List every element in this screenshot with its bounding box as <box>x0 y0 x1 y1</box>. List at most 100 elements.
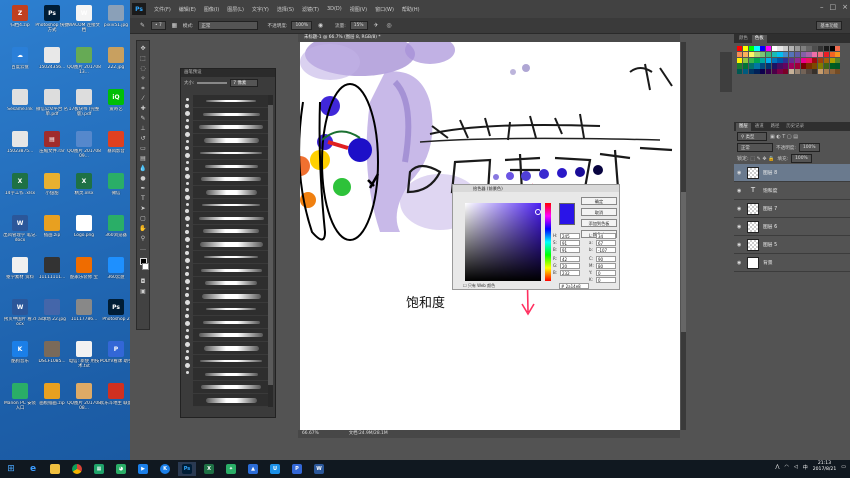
brush-tip-icon[interactable] <box>185 266 189 269</box>
brush-tip-icon[interactable] <box>184 321 190 326</box>
brush-tip-icon[interactable] <box>184 279 190 284</box>
brush-preset[interactable] <box>193 264 269 277</box>
brush-tip-icon[interactable] <box>184 111 190 116</box>
brush-tip-icon[interactable] <box>184 342 190 347</box>
app-dark-taskbar-icon[interactable]: W <box>310 462 328 476</box>
color-swatch[interactable] <box>817 46 824 52</box>
brush-size-picker[interactable]: • 7 <box>151 21 166 30</box>
excel-taskbar-icon[interactable]: X <box>200 462 218 476</box>
path-select-tool-icon[interactable]: ➤ <box>139 204 148 213</box>
picker-field-input[interactable]: 67 <box>596 240 616 246</box>
brush-tip-icon[interactable] <box>184 174 190 179</box>
visibility-eye-icon[interactable]: ◉ <box>737 224 743 230</box>
color-swatch[interactable] <box>754 51 760 57</box>
color-swatch[interactable] <box>817 69 824 75</box>
desktop-icon[interactable]: ☁ 百度云盘 <box>3 44 37 86</box>
brush-preset[interactable] <box>193 290 269 303</box>
desktop-icon[interactable]: 15024356... <box>35 44 69 86</box>
color-swatch[interactable] <box>800 46 806 52</box>
pressure-opacity-icon[interactable]: ◉ <box>316 21 325 30</box>
brush-preset[interactable] <box>193 173 269 186</box>
desktop-icon[interactable]: QQ图片 20170809... <box>67 128 101 170</box>
menu-item[interactable]: 选择(S) <box>273 6 298 13</box>
layer-opacity-input[interactable]: 100% <box>798 143 820 152</box>
picker-field-input[interactable]: 42 <box>560 256 580 262</box>
color-swatch[interactable] <box>829 63 835 69</box>
layer-fill-input[interactable]: 100% <box>791 154 812 163</box>
brush-preset[interactable] <box>193 95 269 108</box>
layer-row[interactable]: ◉ 图层 5 <box>734 236 850 254</box>
color-swatch[interactable] <box>800 51 806 57</box>
color-swatch[interactable] <box>783 51 789 57</box>
color-swatch[interactable] <box>777 57 783 63</box>
notification-icon[interactable]: ▭ <box>841 464 846 470</box>
dodge-tool-icon[interactable]: ● <box>139 174 148 183</box>
color-swatch[interactable] <box>817 57 824 63</box>
desktop-icon[interactable]: X 精灵.xlsx <box>67 170 101 212</box>
menu-item[interactable]: 视图(V) <box>346 6 371 13</box>
color-swatch[interactable] <box>748 57 754 63</box>
hue-slider[interactable] <box>545 203 551 281</box>
add-to-swatches-button[interactable]: 添加到色板 <box>581 219 617 227</box>
brush-preset[interactable] <box>193 277 269 290</box>
clock[interactable]: 21:13 2017/8/21 <box>813 461 837 473</box>
brush-preset[interactable] <box>193 316 269 329</box>
menu-item[interactable]: 编辑(E) <box>175 6 200 13</box>
brush-tip-icon[interactable] <box>185 119 189 122</box>
picker-ok-button[interactable]: 确定 <box>581 197 617 205</box>
pen-tool-icon[interactable]: ✒ <box>139 184 148 193</box>
blur-tool-icon[interactable]: 💧 <box>139 164 148 173</box>
color-swatch[interactable] <box>765 69 772 75</box>
desktop-icon[interactable]: 15023875... <box>3 128 37 170</box>
color-swatch[interactable] <box>742 69 748 75</box>
desktop-icon[interactable]: Z 归档4.zip <box>3 2 37 44</box>
close-icon[interactable]: × <box>842 3 848 11</box>
panel-dock-icons[interactable] <box>720 52 732 92</box>
brush-tip-icon[interactable] <box>185 125 189 129</box>
brush-tip-icon[interactable] <box>185 293 189 297</box>
brush-tip-icon[interactable] <box>185 308 189 311</box>
color-swatch[interactable] <box>748 69 754 75</box>
color-swatch[interactable] <box>812 51 818 57</box>
visibility-eye-icon[interactable]: ◉ <box>737 242 743 248</box>
picker-field-input[interactable]: 91 <box>560 240 580 246</box>
layer-kind-filter[interactable]: ⚲ 类型 <box>737 132 767 141</box>
color-swatch[interactable] <box>742 57 748 63</box>
color-swatch[interactable] <box>760 57 766 63</box>
workspace-select[interactable]: 基本功能 <box>816 21 842 30</box>
brush-panel-toggle-icon[interactable]: ▦ <box>170 21 179 30</box>
store-taskbar-icon[interactable]: ▦ <box>90 462 108 476</box>
visibility-eye-icon[interactable]: ◉ <box>737 188 743 194</box>
brush-tip-icon[interactable] <box>185 251 189 255</box>
menu-item[interactable]: 图层(L) <box>223 6 248 13</box>
color-swatch[interactable] <box>823 63 829 69</box>
network-icon[interactable]: ⋀ <box>775 464 779 470</box>
menu-item[interactable]: 3D(D) <box>323 6 346 13</box>
color-swatch[interactable] <box>760 63 766 69</box>
color-swatch[interactable] <box>742 51 748 57</box>
brush-preset[interactable] <box>193 381 269 394</box>
brush-preset[interactable] <box>193 121 269 134</box>
panel-tab[interactable]: 历史记录 <box>783 123 807 131</box>
color-swatch[interactable] <box>789 46 795 52</box>
picker-field-input[interactable]: 34 <box>596 233 616 239</box>
brush-tip-icon[interactable] <box>184 258 190 263</box>
maximize-icon[interactable]: □ <box>830 3 837 11</box>
desktop-icon[interactable]: 画板插画.zip <box>35 380 69 422</box>
wifi-icon[interactable]: ◠ <box>784 464 788 470</box>
color-swatch[interactable] <box>794 63 800 69</box>
brush-tip-icon[interactable] <box>185 98 189 101</box>
color-swatch[interactable] <box>737 63 743 69</box>
brush-tip-icon[interactable] <box>185 245 189 248</box>
color-swatch[interactable] <box>806 57 812 63</box>
color-swatch[interactable] <box>765 57 772 63</box>
layer-row[interactable]: ◉ 背景 <box>734 254 850 272</box>
picker-field-input[interactable]: 20 <box>560 263 580 269</box>
shape-tool-icon[interactable]: ▢ <box>139 214 148 223</box>
panel-tab[interactable]: 通道 <box>752 123 767 131</box>
color-swatch[interactable] <box>760 69 766 75</box>
desktop-icon[interactable]: W 拷贝中国片 看.docx <box>3 296 37 338</box>
lasso-tool-icon[interactable]: ◌ <box>139 64 148 73</box>
color-swatch[interactable] <box>835 69 841 75</box>
brush-preset[interactable] <box>193 394 269 407</box>
